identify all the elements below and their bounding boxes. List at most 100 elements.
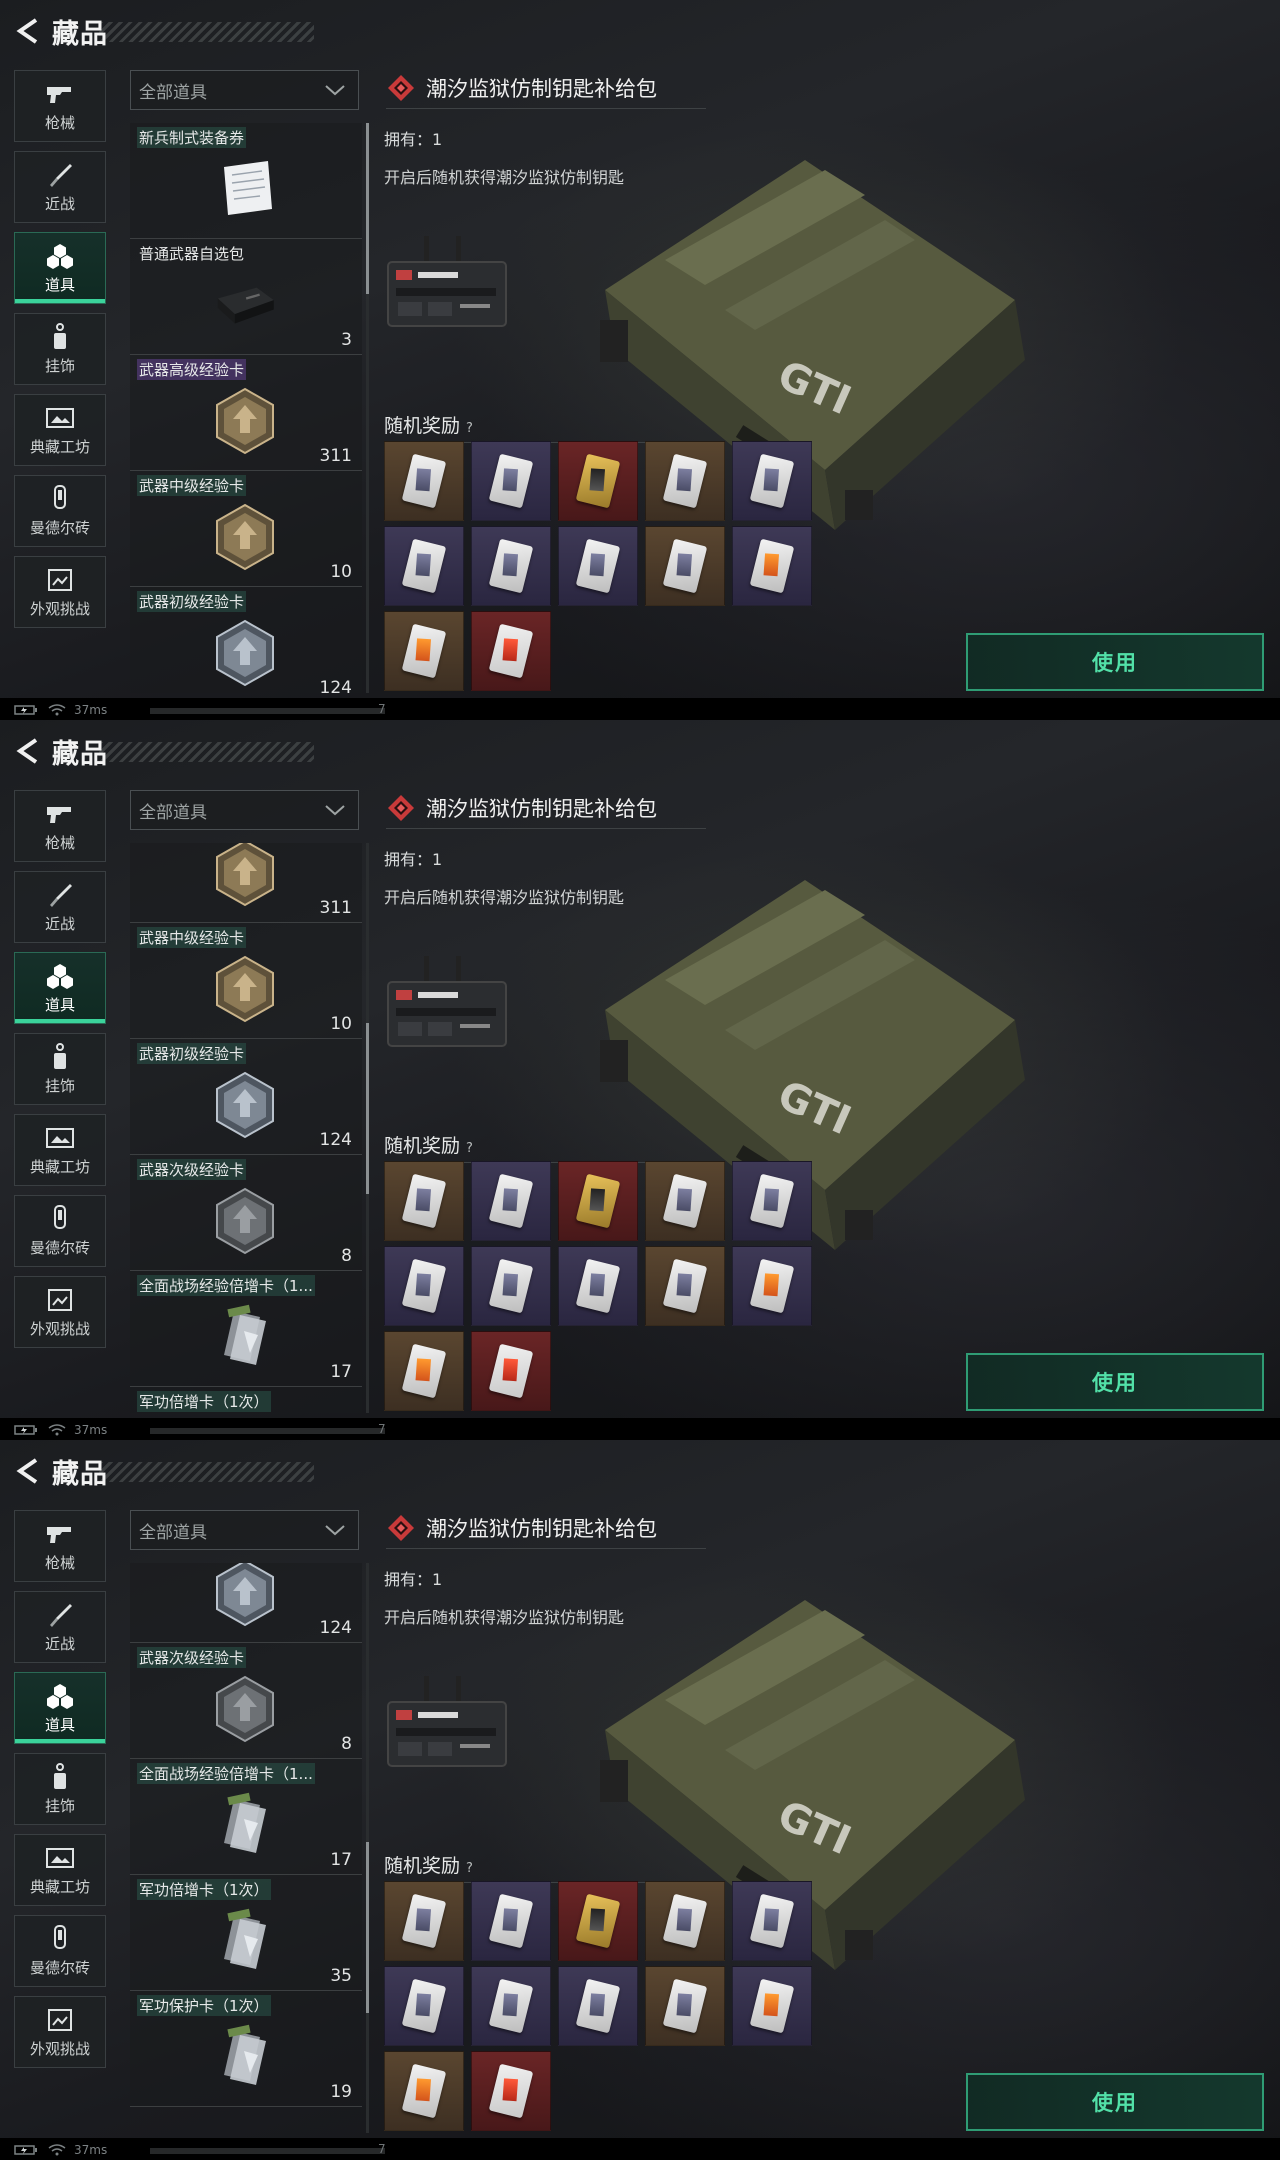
reward-slot[interactable] [471,1331,551,1411]
item-list[interactable]: 311 武器中级经验卡 10 武器初级经验卡 124 武器次级经验卡 8 全面战场经验倍增卡（… [130,843,362,1413]
reward-slot[interactable] [384,1331,464,1411]
item-list[interactable]: 124 武器次级经验卡 8 全面战场经验倍增卡（1... 17 军功倍增卡（1次） 35 军功… [130,1563,362,2133]
item-filter-dropdown[interactable]: 全部道具 [130,1510,359,1550]
help-icon[interactable]: ? [466,421,473,436]
nav-item-brick[interactable]: 曼德尔砖 [14,1195,106,1267]
reward-slot[interactable] [384,1246,464,1326]
list-item[interactable]: 武器次级经验卡 8 [130,1643,362,1759]
help-icon[interactable]: ? [466,1861,473,1876]
list-item[interactable]: 军功倍增卡（1次） [130,1387,362,1413]
nav-item-knife[interactable]: 近战 [14,871,106,943]
reward-slot[interactable] [645,441,725,521]
reward-slot[interactable] [558,1966,638,2046]
reward-slot[interactable] [471,2051,551,2131]
reward-slot[interactable] [384,1966,464,2046]
reward-slot[interactable] [384,441,464,521]
list-item[interactable]: 武器中级经验卡 10 [130,923,362,1039]
reward-slot[interactable] [471,611,551,691]
owned-count: 拥有：1 [384,850,443,869]
reward-slot[interactable] [732,526,812,606]
reward-slot[interactable] [645,1881,725,1961]
item-name: 武器初级经验卡 [137,591,247,612]
nav-item-brick[interactable]: 曼德尔砖 [14,475,106,547]
reward-slot[interactable] [384,1161,464,1241]
reward-slot[interactable] [558,1161,638,1241]
list-item[interactable]: 武器初级经验卡 124 [130,587,362,693]
reward-slot[interactable] [732,441,812,521]
reward-slot[interactable] [645,526,725,606]
nav-item-items[interactable]: 道具 [14,232,106,304]
list-item[interactable]: 武器初级经验卡 124 [130,1039,362,1155]
reward-slot[interactable] [471,1966,551,2046]
reward-slot[interactable] [471,441,551,521]
nav-item-workshop[interactable]: 典藏工坊 [14,1834,106,1906]
nav-item-workshop[interactable]: 典藏工坊 [14,394,106,466]
back-arrow-icon[interactable] [14,737,42,765]
reward-slot[interactable] [558,1246,638,1326]
reward-slot[interactable] [645,1966,725,2046]
reward-slot[interactable] [471,1246,551,1326]
use-button[interactable]: 使用 [966,633,1264,691]
back-arrow-icon[interactable] [14,17,42,45]
use-button[interactable]: 使用 [966,1353,1264,1411]
list-item[interactable]: 全面战场经验倍增卡（1... 17 [130,1271,362,1387]
nav-item-gun[interactable]: 枪械 [14,70,106,142]
reward-slot[interactable] [558,1881,638,1961]
list-item[interactable]: 武器高级经验卡 311 [130,355,362,471]
list-item[interactable]: 军功倍增卡（1次） 35 [130,1875,362,1991]
reward-slot[interactable] [558,441,638,521]
reward-slot[interactable] [384,611,464,691]
reward-slot[interactable] [645,1161,725,1241]
reward-slot[interactable] [732,1966,812,2046]
item-filter-dropdown[interactable]: 全部道具 [130,70,359,110]
nav-item-charm[interactable]: 挂饰 [14,1033,106,1105]
item-name: 武器中级经验卡 [137,475,247,496]
nav-item-knife[interactable]: 近战 [14,1591,106,1663]
nav-item-workshop[interactable]: 典藏工坊 [14,1114,106,1186]
back-arrow-icon[interactable] [14,1457,42,1485]
item-image [210,1185,280,1255]
nav-item-items[interactable]: 道具 [14,1672,106,1744]
reward-slot[interactable] [384,526,464,606]
item-list[interactable]: 新兵制式装备券 普通武器自选包 3 武器高级经验卡 311 武器中级经验卡 10 武器初级经验… [130,123,362,693]
list-item[interactable]: 武器次级经验卡 8 [130,1155,362,1271]
reward-slot[interactable] [732,1881,812,1961]
reward-slot[interactable] [471,1881,551,1961]
list-item[interactable]: 311 [130,843,362,923]
reward-slot[interactable] [384,1881,464,1961]
nav-item-challenge[interactable]: 外观挑战 [14,1996,106,2068]
reward-slot[interactable] [558,526,638,606]
reward-slot[interactable] [384,2051,464,2131]
list-item[interactable]: 全面战场经验倍增卡（1... 17 [130,1759,362,1875]
reward-slot[interactable] [732,1161,812,1241]
nav-item-items[interactable]: 道具 [14,952,106,1024]
reward-slot[interactable] [645,1246,725,1326]
chevron-down-icon [325,805,345,816]
item-image [210,953,280,1023]
list-item[interactable]: 军功保护卡（1次） 19 [130,1991,362,2107]
nav-item-challenge[interactable]: 外观挑战 [14,1276,106,1348]
list-item[interactable]: 普通武器自选包 3 [130,239,362,355]
detail-title: 潮汐监狱仿制钥匙补给包 [386,788,706,829]
nav-item-charm[interactable]: 挂饰 [14,313,106,385]
nav-item-challenge[interactable]: 外观挑战 [14,556,106,628]
reward-slot[interactable] [471,526,551,606]
list-item[interactable]: 新兵制式装备券 [130,123,362,239]
nav-item-charm[interactable]: 挂饰 [14,1753,106,1825]
scrollbar-thumb[interactable] [366,123,369,294]
use-button[interactable]: 使用 [966,2073,1264,2131]
scrollbar-thumb[interactable] [366,1023,369,1194]
item-name: 新兵制式装备券 [137,127,247,148]
reward-slot[interactable] [732,1246,812,1326]
knife-icon [43,881,77,909]
scrollbar-thumb[interactable] [366,1842,369,2013]
nav-item-gun[interactable]: 枪械 [14,790,106,862]
nav-item-knife[interactable]: 近战 [14,151,106,223]
item-filter-dropdown[interactable]: 全部道具 [130,790,359,830]
nav-item-brick[interactable]: 曼德尔砖 [14,1915,106,1987]
help-icon[interactable]: ? [466,1141,473,1156]
list-item[interactable]: 124 [130,1563,362,1643]
nav-item-gun[interactable]: 枪械 [14,1510,106,1582]
list-item[interactable]: 武器中级经验卡 10 [130,471,362,587]
reward-slot[interactable] [471,1161,551,1241]
